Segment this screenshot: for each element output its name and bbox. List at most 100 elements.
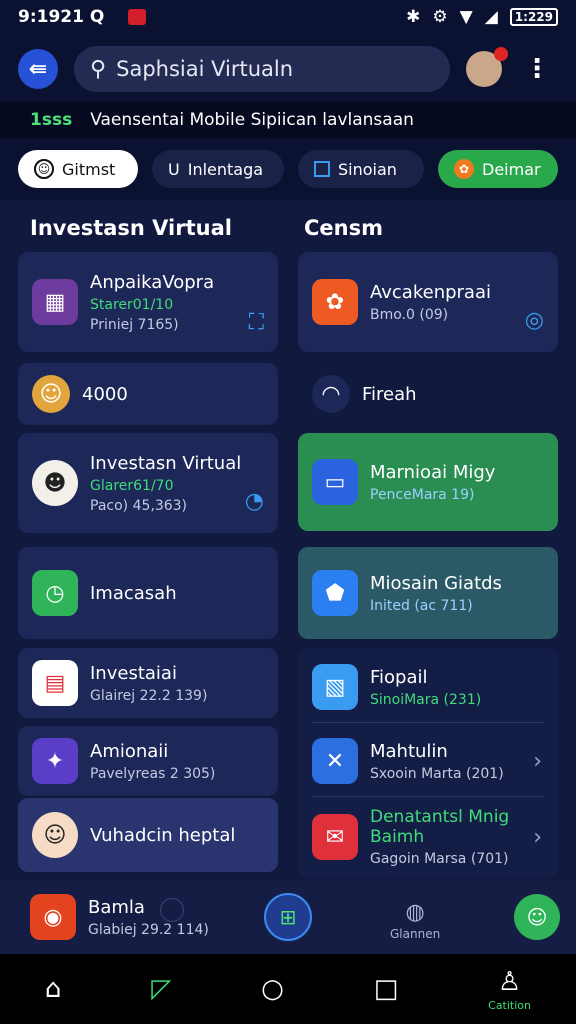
right-card-7[interactable]: ✉ Denatantsl Mnig Baimh Gagoin Marsa (70… [298,800,558,874]
left-card-4[interactable]: ◷ Imacasah [18,547,278,639]
right-card-2[interactable]: ◠ Fireah [298,363,558,425]
nav-recents[interactable]: □ [374,974,399,1004]
card-detail: Gagoin Marsa (701) [370,851,509,867]
card-detail: Glairej 22.2 139) [90,687,208,704]
check-circle-icon[interactable]: ◎ [525,308,544,333]
profile-circle-button[interactable]: ☺ [514,894,560,940]
signal-icon: ◢ [484,7,498,27]
left-card-3[interactable]: ☻ Investasn Virtual Glarer61/70 Paco) 45… [18,433,278,533]
card-title: Avcakenpraai [370,281,491,303]
more-options-icon[interactable]: ⋮ [524,56,550,82]
avatar-icon: ☺ [32,812,78,858]
globe-outline-icon: ◍ [405,900,425,925]
monitor-icon: ▭ [312,459,358,505]
left-card-6[interactable]: ✦ Amionaii Pavelyreas 2 305) [18,726,278,796]
card-detail: Paco) 45,363) [90,497,188,514]
timer-icon: ◷ [32,570,78,616]
card-detail: Sxooin Marta (201) [370,765,504,782]
circle-icon: ○ [261,974,284,1004]
presentation-icon: ✕ [312,738,358,784]
card-detail: Glabiej 29.2 114) [88,921,209,938]
card-subtitle: SinoiMara (231) [370,691,482,708]
card-detail: Bmo.0 (09) [370,306,449,323]
card-title: Bamla [88,896,145,918]
filter-chips: ☺ Gitmst U Inlentaga Sinoian ✿ Deimar [18,150,558,188]
chip-label: Deimar [482,159,541,179]
menu-button[interactable]: ⇚ [18,49,58,89]
avatar-icon: ☻ [32,460,78,506]
card-subtitle: Glarer61/70 [90,477,174,494]
eye-icon: ◠ [312,375,350,413]
chip-inlentaga[interactable]: U Inlentaga [152,150,284,188]
ticker-tag: 1sss [30,110,73,130]
target-icon: ◉ [30,894,76,940]
top-app-bar: ⇚ ⚲ Saphsiai Virtualn ⋮ [0,36,576,102]
globe-icon: ✦ [32,738,78,784]
wifi-icon: ▼ [459,7,473,27]
crop-icon[interactable]: ⛶ [249,310,264,335]
chip-label: Gitmst [62,159,116,179]
app-logo-icon: ✿ [312,279,358,325]
grid-icon: ⊞ [279,905,297,929]
person-icon: ♙ [497,966,522,997]
card-title: AnpaikaVopra [90,271,215,293]
chip-sinoian[interactable]: Sinoian [298,150,424,188]
u-icon: U [168,159,180,179]
card-title: Fiopail [370,666,428,688]
chart-icon: ▧ [312,664,358,710]
calendar-icon: ▤ [32,660,78,706]
card-detail: Pavelyreas 2 305) [90,765,216,782]
right-card-1[interactable]: ✿ Avcakenpraai Bmo.0 (09) ◎ [298,252,558,352]
mail-icon: ✉ [312,814,358,860]
card-title: Amionaii [90,740,169,762]
card-detail: PenceMara 19) [370,486,475,503]
chevron-right-icon[interactable]: › [533,749,542,774]
menu-arrow-icon: ⇚ [28,56,48,82]
right-card-3[interactable]: ▭ Marnioai Migy PenceMara 19) [298,433,558,531]
user-icon: ☺ [526,905,548,929]
card-subtitle: Starer01/10 [90,296,174,313]
chip-deimar[interactable]: ✿ Deimar [438,150,558,188]
card-title: Miosain Giatds [370,572,502,594]
search-bar[interactable]: ⚲ Saphsiai Virtualn [74,46,450,92]
nav-profile[interactable]: ♙ Catition [488,967,531,1012]
notification-icon [128,9,147,25]
chevron-right-icon[interactable]: › [533,825,542,850]
orange-badge-icon: ✿ [454,159,474,179]
check-circle-icon[interactable]: ◔ [245,489,264,514]
small-circle-icon [160,898,184,922]
mini-nav-label: Glannen [390,927,441,941]
ticker-banner: 1sss Vaensentai Mobile Sipiican lavlansa… [0,102,576,138]
chip-label: Sinoian [338,159,397,179]
card-detail: Priniej 7165) [90,316,179,333]
status-icons: ✱ ⚙ ▼ ◢ 1:229 [406,7,558,27]
right-card-5[interactable]: ▧ Fiopail SinoiMara (231) [298,652,558,722]
battery-indicator: 1:229 [509,8,558,26]
left-card-7[interactable]: ☺ Vuhadcin heptal [18,798,278,872]
back-arrow-icon: ◸ [151,974,172,1004]
left-card-1[interactable]: ▦ AnpaikaVopra Starer01/10 Priniej 7165)… [18,252,278,352]
right-column-title: Censm [304,216,383,240]
chip-gitmst[interactable]: ☺ Gitmst [18,150,138,188]
ticker-text: Vaensentai Mobile Sipiican lavlansaan [90,110,414,130]
right-card-4[interactable]: ⬟ Miosain Giatds Inited (ac 711) [298,547,558,639]
profile-avatar[interactable] [466,47,508,87]
center-action-button[interactable]: ⊞ [264,893,312,941]
card-title: Mahtulin [370,740,448,762]
store-icon: ▦ [32,279,78,325]
status-time: 9:1921 Q [18,7,105,27]
settings-gear-icon: ⚙ [432,7,448,27]
mini-nav-item[interactable]: ◍ Glannen [390,900,440,941]
shield-icon: ⬟ [312,570,358,616]
right-card-6[interactable]: ✕ Mahtulin Sxooin Marta (201) › [298,726,558,796]
nav-profile-label: Catition [488,998,532,1012]
card-title: Denatantsl Mnig Baimh [370,807,510,847]
nav-circle[interactable]: ○ [261,974,284,1004]
list-divider [312,722,544,723]
left-card-5[interactable]: ▤ Investaiai Glairej 22.2 139) [18,648,278,718]
card-title: Fireah [362,383,417,405]
card-title: 4000 [82,383,128,405]
left-card-2[interactable]: ☺ 4000 [18,363,278,425]
nav-home[interactable]: ⌂ [45,974,62,1004]
nav-back[interactable]: ◸ [151,974,171,1004]
